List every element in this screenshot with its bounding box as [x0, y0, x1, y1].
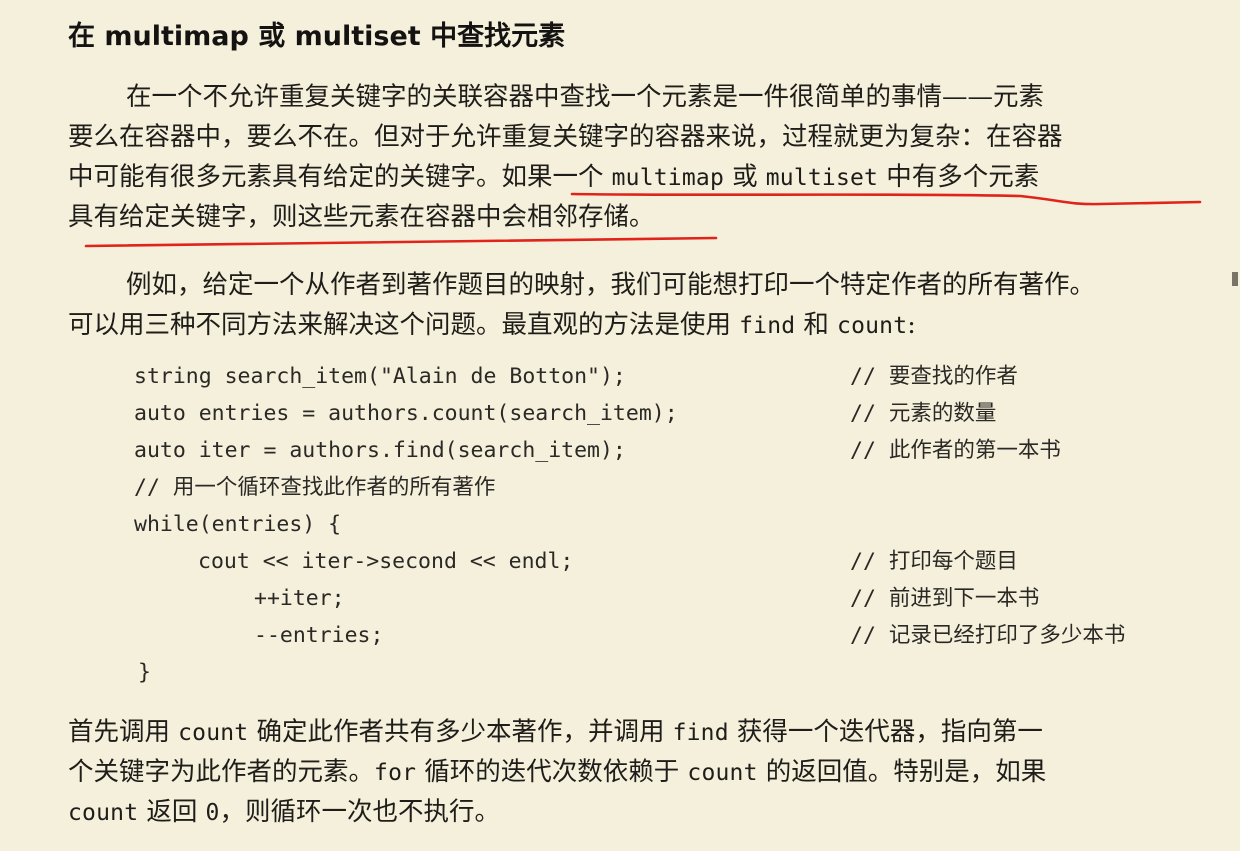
code-term-count: count — [837, 313, 908, 339]
code-line: string search_item("Alain de Botton"); //… — [134, 358, 1214, 395]
text-line: 要么在容器中，要么不在。但对于允许重复关键字的容器来说，过程就更为复杂：在容器 — [68, 122, 1063, 152]
paragraph-explanation: 首先调用 count 确定此作者共有多少本著作，并调用 find 获得一个迭代器… — [68, 712, 1218, 832]
code-term-find: find — [672, 720, 729, 746]
code-line: } — [134, 654, 1214, 691]
text-line: 个关键字为此作者的元素。for 循环的迭代次数依赖于 count 的返回值。特别… — [68, 752, 1218, 792]
book-page: 在 multimap 或 multiset 中查找元素 在一个不允许重复关键字的… — [0, 0, 1240, 851]
text-run: 中有多个元素 — [878, 162, 1040, 192]
code-term-zero: 0 — [205, 800, 220, 826]
code-comment: // 记录已经打印了多少本书 — [850, 623, 1126, 648]
text-run: 的返回值。特别是，如果 — [757, 757, 1047, 787]
text-run: 例如，给定一个从作者到著作题目的映射，我们可能想打印一个特定作者的所有著作。 — [126, 270, 1096, 300]
code-line: --entries; // 记录已经打印了多少本书 — [134, 617, 1214, 654]
text-line: 首先调用 count 确定此作者共有多少本著作，并调用 find 获得一个迭代器… — [68, 712, 1218, 752]
text-line: 例如，给定一个从作者到著作题目的映射，我们可能想打印一个特定作者的所有著作。 — [68, 265, 1218, 305]
text-run: 和 — [795, 310, 838, 340]
code-line: cout << iter->second << endl; // 打印每个题目 — [134, 543, 1214, 580]
text-run: 个关键字为此作者的元素。 — [68, 757, 375, 787]
code-text: --entries; — [254, 623, 384, 648]
paragraph-intro: 在一个不允许重复关键字的关联容器中查找一个元素是一件很简单的事情——元素 要么在… — [68, 77, 1218, 237]
code-term-find: find — [739, 313, 796, 339]
text-run: 循环的迭代次数依赖于 — [416, 757, 688, 787]
code-term-count: count — [687, 760, 758, 786]
code-text: auto iter = authors.find(search_item); — [134, 438, 626, 463]
text-run: ，则循环一次也不执行。 — [219, 797, 501, 827]
text-run: : — [907, 310, 916, 340]
code-text: ++iter; — [254, 586, 345, 611]
code-term-multimap: multimap — [611, 165, 724, 191]
code-comment: // 前进到下一本书 — [850, 586, 1040, 611]
code-term-count: count — [178, 720, 249, 746]
text-line: 中可能有很多元素具有给定的关键字。如果一个 multimap 或 multise… — [68, 157, 1218, 197]
code-term-for: for — [374, 760, 417, 786]
text-run: 获得一个迭代器，指向第一 — [728, 717, 1043, 747]
code-term-multiset: multiset — [765, 165, 879, 191]
section-heading: 在 multimap 或 multiset 中查找元素 — [68, 21, 566, 52]
text-line: 在一个不允许重复关键字的关联容器中查找一个元素是一件很简单的事情——元素 — [68, 77, 1218, 117]
paragraph-example: 例如，给定一个从作者到著作题目的映射，我们可能想打印一个特定作者的所有著作。 可… — [68, 265, 1218, 345]
text-line: 具有给定关键字，则这些元素在容器中会相邻存储。 — [68, 202, 655, 232]
code-line: while(entries) { — [134, 506, 1214, 543]
page-edge-mark — [1232, 272, 1238, 286]
code-text: // 用一个循环查找此作者的所有著作 — [134, 475, 496, 500]
text-run: 可以用三种不同方法来解决这个问题。最直观的方法是使用 — [68, 310, 740, 340]
code-term-count: count — [68, 800, 139, 826]
code-line: auto iter = authors.find(search_item); //… — [134, 432, 1214, 469]
code-text: } — [138, 660, 151, 685]
code-comment: // 打印每个题目 — [850, 549, 1018, 574]
code-comment: // 此作者的第一本书 — [850, 438, 1061, 463]
text-line: count 返回 0，则循环一次也不执行。 — [68, 792, 1218, 832]
text-line: 可以用三种不同方法来解决这个问题。最直观的方法是使用 find 和 count: — [68, 305, 1218, 345]
code-text: while(entries) { — [134, 512, 342, 537]
text-run: 在一个不允许重复关键字的关联容器中查找一个元素是一件很简单的事情——元素 — [126, 82, 1045, 112]
code-text: cout << iter->second << endl; — [198, 549, 574, 574]
text-run: 或 — [724, 162, 766, 192]
underline-stroke-2 — [84, 236, 718, 248]
code-text: auto entries = authors.count(search_item… — [134, 401, 678, 426]
code-text: string search_item("Alain de Botton"); — [134, 364, 626, 389]
code-comment: // 元素的数量 — [850, 401, 997, 426]
code-line: auto entries = authors.count(search_item… — [134, 395, 1214, 432]
code-comment: // 要查找的作者 — [850, 364, 1018, 389]
code-line: // 用一个循环查找此作者的所有著作 — [134, 469, 1214, 506]
code-line: ++iter; // 前进到下一本书 — [134, 580, 1214, 617]
text-run: 首先调用 — [68, 717, 179, 747]
code-block: string search_item("Alain de Botton"); //… — [134, 358, 1214, 691]
text-run: 中可能有很多元素具有给定的关键字。如果一个 — [68, 162, 612, 192]
text-run: 确定此作者共有多少本著作，并调用 — [248, 717, 673, 747]
text-run: 返回 — [138, 797, 206, 827]
